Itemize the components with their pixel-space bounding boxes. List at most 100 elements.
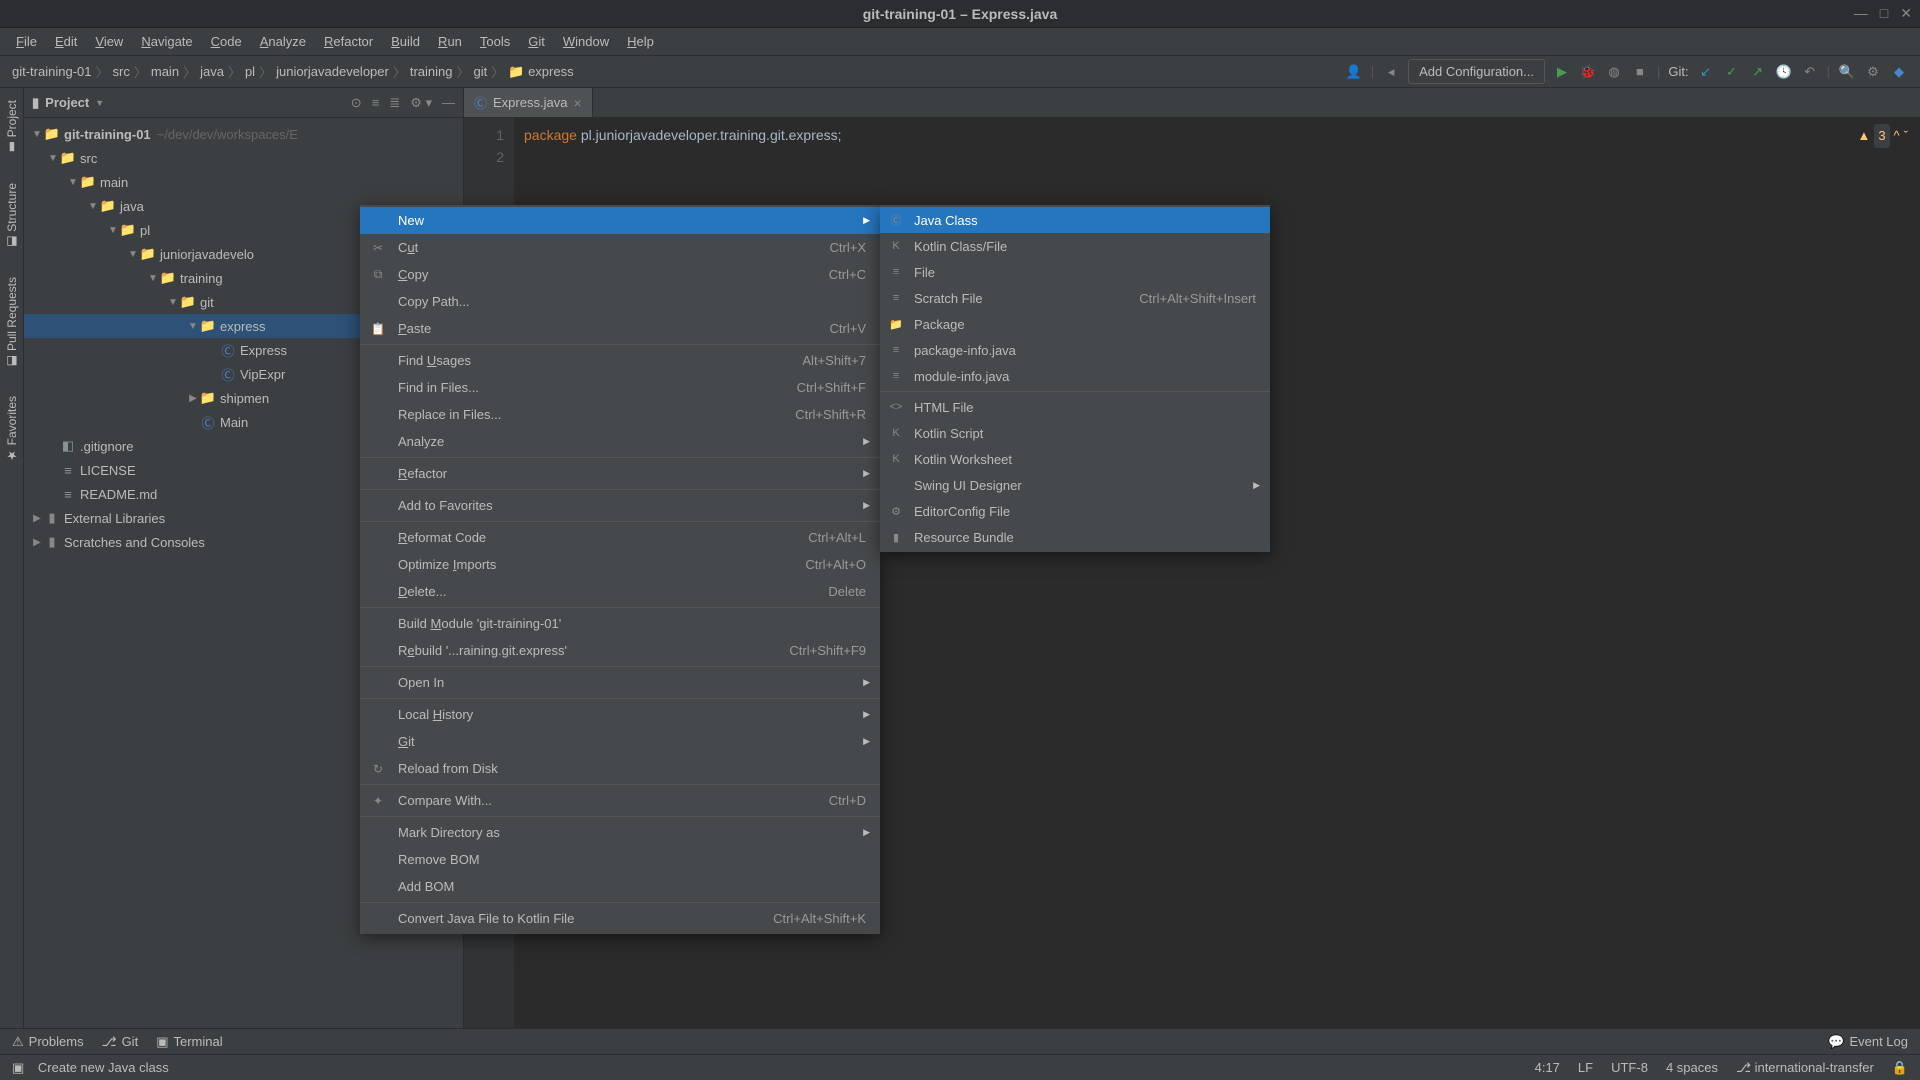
breadcrumb-item[interactable]: src xyxy=(113,64,130,79)
menu-run[interactable]: Run xyxy=(430,30,470,53)
project-dropdown-arrow[interactable]: ▼ xyxy=(95,98,104,108)
new-resource-bundle[interactable]: ▮Resource Bundle xyxy=(880,524,1270,550)
menu-navigate[interactable]: Navigate xyxy=(133,30,200,53)
statusbar-panel-icon[interactable]: ▣ xyxy=(12,1060,24,1075)
user-icon[interactable]: 👤 xyxy=(1345,63,1363,81)
bottom-tab-git[interactable]: ⎇Git xyxy=(102,1034,139,1050)
ctx-add-bom[interactable]: Add BOM xyxy=(360,873,880,900)
bottom-tab-problems[interactable]: ⚠Problems xyxy=(12,1034,84,1050)
menu-code[interactable]: Code xyxy=(203,30,250,53)
side-tab-structure[interactable]: ◧ Structure xyxy=(5,179,19,253)
expand-icon[interactable]: ≡ xyxy=(372,95,380,111)
menu-window[interactable]: Window xyxy=(555,30,617,53)
ctx-build-module-git-training-[interactable]: Build Module 'git-training-01' xyxy=(360,610,880,637)
ctx-rebuild-raining-git-express-[interactable]: Rebuild '...raining.git.express'Ctrl+Shi… xyxy=(360,637,880,664)
tree-item[interactable]: ▼📁src xyxy=(24,146,463,170)
breadcrumb-item[interactable]: 📁 express xyxy=(508,64,573,80)
dropdown-arrow[interactable]: ◂ xyxy=(1382,63,1400,81)
side-tab-favorites[interactable]: ★ Favorites xyxy=(5,392,19,467)
maximize-icon[interactable]: □ xyxy=(1880,5,1888,22)
menu-help[interactable]: Help xyxy=(619,30,662,53)
breadcrumb-item[interactable]: main xyxy=(151,64,179,79)
new-module-info-java[interactable]: ≡module-info.java xyxy=(880,363,1270,389)
tab-express-java[interactable]: Ⓒ Express.java × xyxy=(464,88,593,117)
menu-tools[interactable]: Tools xyxy=(472,30,518,53)
locate-icon[interactable]: ⊙ xyxy=(351,95,362,111)
ctx-open-in[interactable]: Open In xyxy=(360,669,880,696)
ctx-copy-path-[interactable]: Copy Path... xyxy=(360,288,880,315)
encoding[interactable]: UTF-8 xyxy=(1611,1060,1648,1075)
git-history-icon[interactable]: 🕓 xyxy=(1775,63,1793,81)
new-kotlin-worksheet[interactable]: KKotlin Worksheet xyxy=(880,446,1270,472)
ctx-find-in-files-[interactable]: Find in Files...Ctrl+Shift+F xyxy=(360,374,880,401)
side-tab-pull-requests[interactable]: ◧ Pull Requests xyxy=(5,273,19,372)
ctx-delete-[interactable]: Delete...Delete xyxy=(360,578,880,605)
run-config-dropdown[interactable]: Add Configuration... xyxy=(1408,59,1545,84)
menu-edit[interactable]: Edit xyxy=(47,30,85,53)
ctx-reload-from-disk[interactable]: ↻Reload from Disk xyxy=(360,755,880,782)
ctx-mark-directory-as[interactable]: Mark Directory as xyxy=(360,819,880,846)
git-rollback-icon[interactable]: ↶ xyxy=(1801,63,1819,81)
git-pull-icon[interactable]: ↙ xyxy=(1697,63,1715,81)
tab-close-icon[interactable]: × xyxy=(573,95,581,111)
run-icon[interactable]: ▶ xyxy=(1553,63,1571,81)
gear-icon[interactable]: ⚙ ▾ xyxy=(410,95,432,111)
menu-git[interactable]: Git xyxy=(520,30,553,53)
new-editorconfig-file[interactable]: ⚙EditorConfig File xyxy=(880,498,1270,524)
ctx-paste[interactable]: 📋PasteCtrl+V xyxy=(360,315,880,342)
ide-icon[interactable]: ◆ xyxy=(1890,63,1908,81)
lock-icon[interactable]: 🔒 xyxy=(1892,1060,1908,1076)
git-commit-icon[interactable]: ✓ xyxy=(1723,63,1741,81)
menu-refactor[interactable]: Refactor xyxy=(316,30,381,53)
ctx-compare-with-[interactable]: ✦Compare With...Ctrl+D xyxy=(360,787,880,814)
inspection-marker[interactable]: ▲3 ^ˇ xyxy=(1857,124,1908,148)
project-header-label[interactable]: Project xyxy=(45,95,89,110)
ctx-local-history[interactable]: Local History xyxy=(360,701,880,728)
new-package[interactable]: 📁Package xyxy=(880,311,1270,337)
event-log-tab[interactable]: 💬 Event Log xyxy=(1828,1034,1908,1050)
menu-file[interactable]: File xyxy=(8,30,45,53)
debug-icon[interactable]: 🐞 xyxy=(1579,63,1597,81)
ctx-remove-bom[interactable]: Remove BOM xyxy=(360,846,880,873)
ctx-copy[interactable]: ⧉CopyCtrl+C xyxy=(360,261,880,288)
close-icon[interactable]: ✕ xyxy=(1900,5,1912,22)
new-file[interactable]: ≡File xyxy=(880,259,1270,285)
new-scratch-file[interactable]: ≡Scratch FileCtrl+Alt+Shift+Insert xyxy=(880,285,1270,311)
hide-icon[interactable]: — xyxy=(442,95,455,111)
stop-icon[interactable]: ■ xyxy=(1631,63,1649,81)
ctx-find-usages[interactable]: Find UsagesAlt+Shift+7 xyxy=(360,347,880,374)
project-dropdown-icon[interactable]: ▮ xyxy=(32,95,39,111)
ctx-git[interactable]: Git xyxy=(360,728,880,755)
breadcrumb-item[interactable]: git xyxy=(474,64,488,79)
ctx-convert-java-file-to-kotlin-file[interactable]: Convert Java File to Kotlin FileCtrl+Alt… xyxy=(360,905,880,932)
line-ending[interactable]: LF xyxy=(1578,1060,1593,1075)
tree-root[interactable]: ▼📁git-training-01~/dev/dev/workspaces/E xyxy=(24,122,463,146)
new-html-file[interactable]: <>HTML File xyxy=(880,394,1270,420)
coverage-icon[interactable]: ◍ xyxy=(1605,63,1623,81)
ctx-analyze[interactable]: Analyze xyxy=(360,428,880,455)
indent[interactable]: 4 spaces xyxy=(1666,1060,1718,1075)
new-kotlin-class-file[interactable]: KKotlin Class/File xyxy=(880,233,1270,259)
collapse-icon[interactable]: ≣ xyxy=(389,95,400,111)
cursor-position[interactable]: 4:17 xyxy=(1535,1060,1560,1075)
settings-icon[interactable]: ⚙ xyxy=(1864,63,1882,81)
git-push-icon[interactable]: ↗ xyxy=(1749,63,1767,81)
menu-build[interactable]: Build xyxy=(383,30,428,53)
ctx-optimize-imports[interactable]: Optimize ImportsCtrl+Alt+O xyxy=(360,551,880,578)
breadcrumb-item[interactable]: java xyxy=(200,64,224,79)
ctx-add-to-favorites[interactable]: Add to Favorites xyxy=(360,492,880,519)
search-icon[interactable]: 🔍 xyxy=(1838,63,1856,81)
ctx-replace-in-files-[interactable]: Replace in Files...Ctrl+Shift+R xyxy=(360,401,880,428)
new-swing-ui-designer[interactable]: Swing UI Designer xyxy=(880,472,1270,498)
minimize-icon[interactable]: — xyxy=(1854,5,1868,22)
tree-item[interactable]: ▼📁main xyxy=(24,170,463,194)
ctx-new[interactable]: New xyxy=(360,207,880,234)
menu-analyze[interactable]: Analyze xyxy=(252,30,314,53)
ctx-refactor[interactable]: Refactor xyxy=(360,460,880,487)
ctx-cut[interactable]: ✂CutCtrl+X xyxy=(360,234,880,261)
ctx-reformat-code[interactable]: Reformat CodeCtrl+Alt+L xyxy=(360,524,880,551)
new-java-class[interactable]: ⒸJava Class xyxy=(880,207,1270,233)
bottom-tab-terminal[interactable]: ▣Terminal xyxy=(156,1034,222,1050)
side-tab-project[interactable]: ▮ Project xyxy=(5,96,19,159)
breadcrumb-item[interactable]: pl xyxy=(245,64,255,79)
